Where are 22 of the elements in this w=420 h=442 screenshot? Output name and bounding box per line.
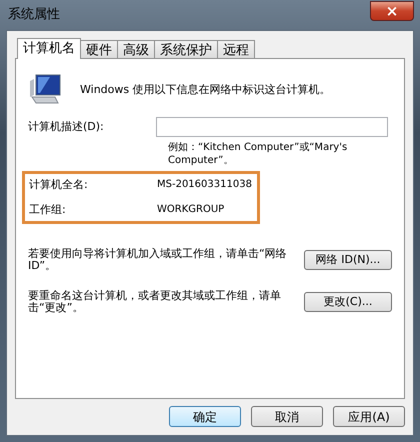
dialog-button[interactable]: 应用(A) (333, 406, 405, 427)
action-button[interactable]: 更改(C)... (304, 292, 392, 312)
action-button[interactable]: 网络 ID(N)... (304, 250, 392, 270)
close-button[interactable]: × (370, 1, 414, 21)
info-label: 工作组: (29, 202, 67, 218)
action-text: 要重命名这台计算机，或者更改其域或工作组，请单击“更改”。 (28, 290, 282, 314)
tab[interactable]: 高级 (118, 40, 155, 58)
info-value: MS-201603311038 (157, 178, 252, 192)
action-text: 若要使用向导将计算机加入域或工作组，请单击“网络 ID”。 (28, 248, 288, 272)
tab[interactable]: 计算机名 (17, 38, 81, 59)
window-title: 系统属性 (7, 6, 60, 24)
description-label: 计算机描述(D): (28, 118, 105, 135)
info-value: WORKGROUP (157, 202, 224, 216)
example-text: 例如：“Kitchen Computer”或“Mary's Computer”。 (168, 141, 348, 167)
tab[interactable]: 系统保护 (155, 40, 218, 58)
tab[interactable]: 硬件 (81, 40, 118, 58)
dialog-button[interactable]: 确定 (169, 406, 241, 427)
description-field[interactable] (156, 117, 388, 137)
info-label: 计算机全名: (29, 177, 89, 193)
intro-text: Windows 使用以下信息在网络中标识这台计算机。 (80, 82, 331, 98)
dialog-button[interactable]: 取消 (251, 406, 323, 427)
tab[interactable]: 远程 (218, 40, 255, 58)
